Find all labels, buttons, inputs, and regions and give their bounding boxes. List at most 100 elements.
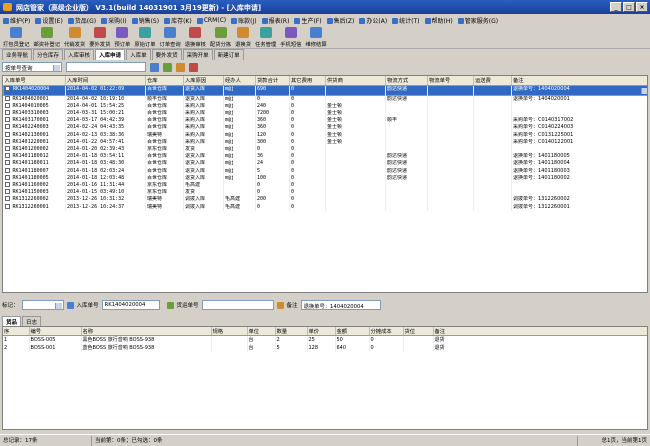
column-header[interactable]: 数量 (275, 327, 308, 336)
menu-item[interactable]: 库存(K) (163, 16, 193, 25)
column-header[interactable]: 备注 (433, 327, 647, 336)
column-header[interactable]: 单价 (307, 327, 336, 336)
query-input[interactable] (66, 62, 146, 72)
table-row[interactable]: RK1403170001 2014-03-17 04:42:39 百世仓库 采购入库 m… (3, 117, 647, 125)
row-checkbox[interactable] (4, 102, 10, 108)
row-checkbox[interactable] (5, 86, 10, 92)
column-header[interactable]: 金额 (335, 327, 370, 336)
toolbar-button[interactable]: 预订单 (113, 27, 131, 48)
toolbar-button[interactable]: 打包员登记 (2, 27, 31, 48)
table-row[interactable]: 2 BOSS-001 蓝色BOSS 旅行音响 BOSS-938 台 5 128 640 0 退货 (3, 343, 647, 352)
table-row[interactable]: RK1401150003 2014-01-15 03:49:10 京东仓库 发货 0 0 (3, 189, 647, 197)
refresh-icon[interactable] (163, 62, 172, 72)
row-checkbox[interactable] (4, 160, 10, 166)
table-row[interactable]: RK1403310003 2014-03-31 15:00:21 百世仓库 采购入库 m… (3, 109, 647, 118)
waybill-field[interactable] (201, 300, 274, 310)
row-checkbox[interactable] (4, 95, 10, 101)
maximize-button[interactable]: □ (623, 2, 635, 12)
menu-item[interactable]: 办公(A) (358, 16, 388, 25)
menu-item[interactable]: 货品(G) (67, 16, 97, 25)
table-row[interactable]: RK1312260002 2013-12-26 10:31:32 瑞美特 调拨入库 毛高… (3, 196, 647, 204)
column-header[interactable]: 名称 (81, 327, 212, 336)
toolbar-button[interactable]: 维修结算 (304, 27, 327, 48)
column-header[interactable]: 仓库 (145, 76, 184, 86)
row-checkbox[interactable] (4, 174, 10, 180)
table-row[interactable]: RK1401180012 2014-01-18 03:54:11 百世仓库 退货入库 m… (3, 153, 647, 161)
column-header[interactable]: 规格 (211, 327, 248, 336)
menu-item[interactable]: 销售(S) (131, 16, 161, 25)
table-row[interactable]: RK1401200002 2014-01-20 02:39:43 京东仓库 发货 m@j… (3, 145, 647, 154)
column-header[interactable]: 入库单号 (3, 76, 66, 86)
menu-item[interactable]: 报表(R) (261, 16, 291, 25)
toolbar-button[interactable]: 退换货 (234, 27, 252, 48)
rk-field[interactable]: RK1404020004 (101, 300, 160, 310)
menu-item[interactable]: 采购(I) (100, 16, 127, 25)
column-header[interactable]: 入库原因 (183, 76, 224, 86)
module-tab[interactable]: 采购开单 (182, 49, 213, 60)
row-checkbox[interactable] (4, 109, 10, 115)
table-row[interactable]: 1 BOSS-005 黑色BOSS 旅行音响 BOSS-938 台 2 25 50 0 退货 (3, 335, 647, 344)
row-checkbox[interactable] (4, 203, 10, 209)
toolbar-button[interactable]: 要外发货 (88, 27, 111, 48)
delete-icon[interactable] (189, 62, 198, 72)
module-tab[interactable]: 入库单 (126, 49, 151, 60)
search-icon[interactable] (150, 62, 159, 72)
table-row[interactable]: RK1401220001 2014-01-22 04:57:41 百世仓库 采购入库 m… (3, 138, 647, 146)
row-checkbox[interactable] (4, 153, 10, 159)
menu-item[interactable]: 维护(P) (2, 16, 31, 25)
table-row[interactable]: RK1401180007 2014-01-18 02:03:24 百世仓库 退货入库 m… (3, 167, 647, 175)
column-header[interactable]: 入库时间 (65, 76, 146, 86)
row-checkbox[interactable] (4, 189, 10, 195)
column-header[interactable]: 其它费用 (289, 76, 326, 86)
menu-item[interactable]: 账款(J) (230, 16, 257, 25)
toolbar-button[interactable]: 原始订单 (133, 27, 156, 48)
toolbar-button[interactable]: 配货分拣 (209, 27, 232, 48)
tag-select[interactable] (21, 300, 64, 310)
module-tab[interactable]: 入库审核 (64, 49, 95, 60)
table-row[interactable]: RK1401180005 2014-01-18 12:03:48 百世仓库 退货入库 m… (3, 174, 647, 182)
toolbar-button[interactable]: 手机短信 (279, 27, 302, 48)
column-header[interactable]: 运送费 (473, 76, 512, 86)
module-tab[interactable]: 入库申请 (95, 49, 126, 60)
column-header[interactable]: 备注 (511, 76, 647, 86)
table-row[interactable]: RK1401160002 2014-01-16 11:31:44 京东仓库 毛高建 0 0 (3, 181, 647, 190)
toolbar-button[interactable]: 邮资补登记 (33, 27, 62, 48)
column-header[interactable]: 物流单号 (427, 76, 474, 86)
toolbar-button[interactable]: 订单查询 (159, 27, 182, 48)
column-header[interactable]: 供货商 (325, 76, 386, 86)
menu-item[interactable]: 统计(T) (391, 16, 420, 25)
column-header[interactable]: 物流方式 (385, 76, 428, 86)
query-mode-select[interactable]: 按单号查询 (2, 62, 62, 72)
column-header[interactable]: 编号 (29, 327, 82, 336)
minimize-button[interactable]: _ (610, 2, 622, 12)
table-row[interactable]: RK1404020001 2014-04-02 10:19:10 顺丰仓库 退货入库 m… (3, 95, 647, 103)
row-checkbox[interactable] (4, 145, 10, 151)
toolbar-button[interactable]: 退换审核 (184, 27, 207, 48)
menu-item[interactable]: CRM(C) (196, 17, 227, 24)
menu-item[interactable]: 生产(F) (293, 16, 322, 25)
column-header[interactable]: 经办人 (223, 76, 256, 86)
column-header[interactable]: 货款合计 (255, 76, 290, 86)
module-tab[interactable]: 新建订单 (213, 49, 244, 60)
row-checkbox[interactable] (4, 124, 10, 130)
menu-item[interactable]: 售后(Z) (326, 16, 356, 25)
module-tab[interactable]: 业务导航 (2, 49, 33, 60)
table-row[interactable]: RK1404010005 2014-04-01 15:54:25 百世仓库 采购入库 m… (3, 102, 647, 110)
row-checkbox[interactable] (4, 167, 10, 173)
table-row[interactable]: RK1402130001 2014-02-13 03:38:36 瑞美特 采购入库 m@… (3, 131, 647, 139)
module-tab[interactable]: 要外发货 (151, 49, 182, 60)
row-checkbox[interactable] (4, 138, 10, 144)
menu-item[interactable]: 设置(E) (34, 16, 63, 25)
column-header[interactable]: 分摊成本 (369, 327, 404, 336)
table-row[interactable]: RK1401180011 2014-01-18 03:48:30 百世仓库 退货入库 m… (3, 160, 647, 168)
row-checkbox[interactable] (4, 117, 10, 123)
row-checkbox[interactable] (4, 196, 10, 202)
column-header[interactable]: 单位 (247, 327, 276, 336)
remark-field[interactable]: 退换单号：1404020004 (300, 300, 381, 310)
menu-item[interactable]: 管家服务(G) (457, 16, 499, 25)
add-icon[interactable] (176, 62, 185, 72)
column-header[interactable]: 序 (3, 327, 30, 336)
toolbar-button[interactable]: 任务管理 (254, 27, 277, 48)
close-button[interactable]: × (636, 2, 648, 12)
row-checkbox[interactable] (4, 131, 10, 137)
